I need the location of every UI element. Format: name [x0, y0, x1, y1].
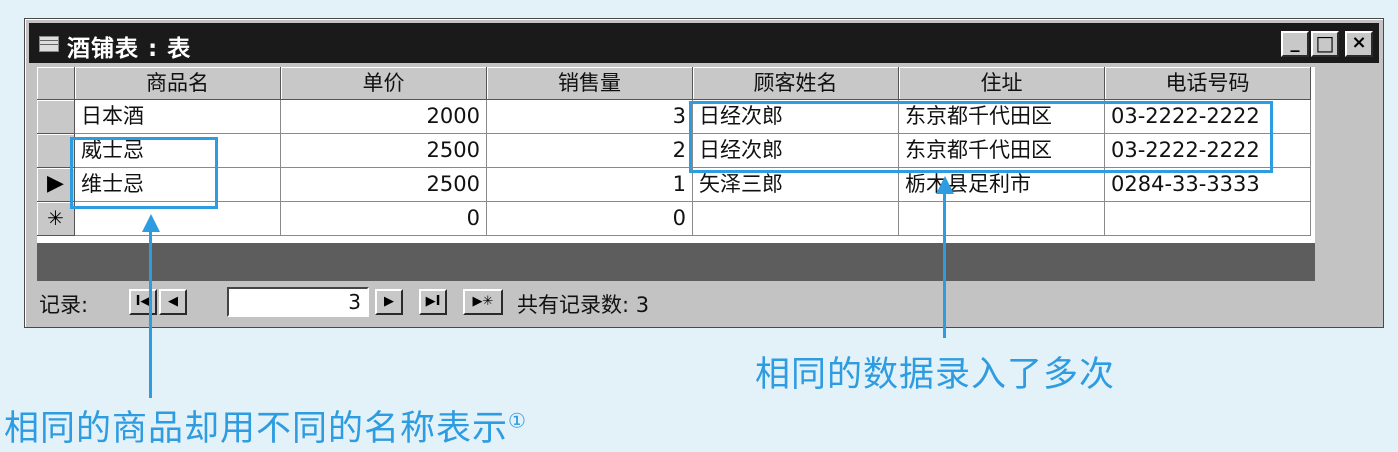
table-cell[interactable] [1105, 202, 1311, 236]
empty-grid-area [37, 243, 1315, 281]
table-cell[interactable]: 矢泽三郎 [693, 168, 899, 202]
record-count: 共有记录数: 3 [517, 293, 650, 317]
table-window: 酒铺表 : 表 _ □ × 商品名 单价 销售量 顾客姓名 住址 电话号码 日本… [24, 18, 1384, 328]
table-cell[interactable] [693, 202, 899, 236]
table-cell[interactable]: 2500 [281, 134, 487, 168]
duplicate-arrow-line [943, 190, 946, 338]
product-arrow-line [149, 228, 152, 398]
column-header-address[interactable]: 住址 [899, 67, 1105, 100]
select-all-cell[interactable] [37, 67, 75, 100]
table-cell[interactable]: 1 [487, 168, 693, 202]
table-cell[interactable]: 2000 [281, 100, 487, 134]
table-icon [39, 36, 59, 52]
record-navigation-bar: 记录: I◀ ◀ 3 ▶ ▶I ▶✳ 共有记录数: 3 [29, 281, 1379, 321]
duplicate-data-highlight [689, 101, 1273, 173]
table-cell[interactable]: 0284-33-3333 [1105, 168, 1311, 202]
table-cell[interactable]: 栃木县足利市 [899, 168, 1105, 202]
minimize-button[interactable]: _ [1281, 31, 1309, 57]
next-record-button[interactable]: ▶ [375, 289, 403, 315]
record-number-input[interactable]: 3 [227, 287, 369, 317]
table-cell[interactable] [899, 202, 1105, 236]
column-header-price[interactable]: 单价 [281, 67, 487, 100]
duplicate-arrow-head [936, 176, 954, 194]
record-label: 记录: [39, 293, 89, 317]
table-cell[interactable]: 0 [487, 202, 693, 236]
column-header-phone[interactable]: 电话号码 [1105, 67, 1311, 100]
close-button[interactable]: × [1345, 31, 1373, 57]
column-header-quantity[interactable]: 销售量 [487, 67, 693, 100]
first-record-button[interactable]: I◀ [129, 289, 157, 315]
product-arrow-head [142, 214, 160, 232]
new-record-button[interactable]: ▶✳ [463, 289, 503, 315]
last-record-button[interactable]: ▶I [419, 289, 447, 315]
previous-record-button[interactable]: ◀ [159, 289, 187, 315]
different-name-note-text: 相同的商品却用不同的名称表示 [4, 409, 509, 449]
product-name-highlight [70, 137, 218, 209]
window-title: 酒铺表 : 表 [67, 36, 192, 62]
footnote-mark: ① [508, 408, 527, 433]
different-name-note: 相同的商品却用不同的名称表示① [4, 400, 527, 451]
column-header-product[interactable]: 商品名 [75, 67, 281, 100]
duplicate-data-note: 相同的数据录入了多次 [755, 355, 1116, 395]
column-header-customer[interactable]: 顾客姓名 [693, 67, 899, 100]
table-cell[interactable]: 2 [487, 134, 693, 168]
row-selector[interactable] [37, 100, 75, 134]
table-cell[interactable]: 2500 [281, 168, 487, 202]
table-cell[interactable]: 日本酒 [75, 100, 281, 134]
title-bar[interactable]: 酒铺表 : 表 _ □ × [29, 23, 1379, 63]
maximize-button[interactable]: □ [1311, 31, 1339, 57]
table-cell[interactable]: 0 [281, 202, 487, 236]
table-cell[interactable]: 3 [487, 100, 693, 134]
